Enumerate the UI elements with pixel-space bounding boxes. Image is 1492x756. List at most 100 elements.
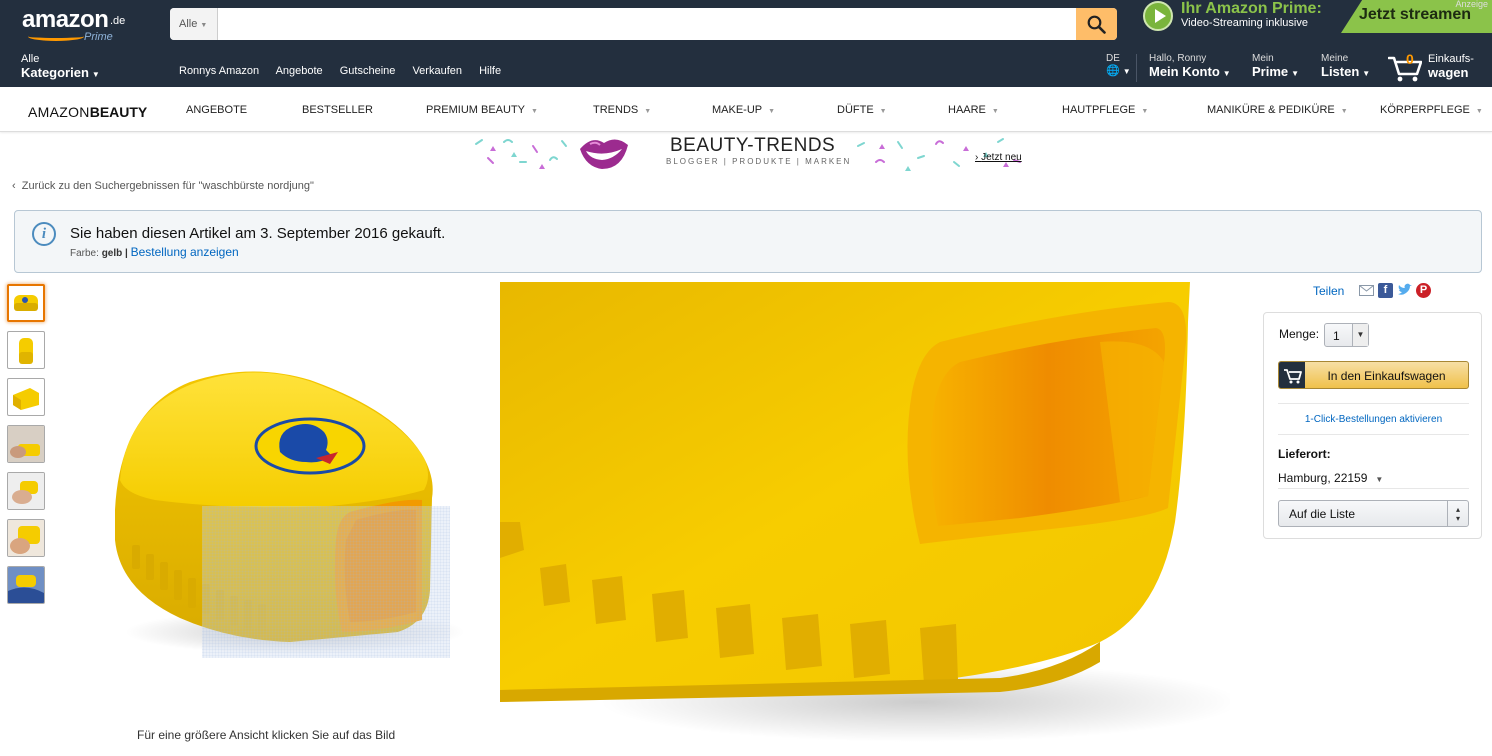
chevron-down-icon: ▼: [1362, 69, 1371, 78]
globe-icon: 🌐 ▼: [1106, 65, 1131, 77]
language-selector[interactable]: DE 🌐 ▼: [1106, 53, 1131, 77]
logo-tld: .de: [110, 15, 126, 27]
chevron-down-icon: ▼: [1475, 108, 1483, 115]
nav-link-angebote[interactable]: Angebote: [276, 65, 323, 77]
lists-line1: Meine: [1321, 53, 1349, 64]
chevron-down-icon: ▼: [991, 108, 999, 115]
color-label: Farbe:: [70, 248, 99, 259]
nav-link-verkaufen[interactable]: Verkaufen: [412, 65, 462, 77]
prime-line1: Mein: [1252, 53, 1274, 64]
subnav-manikuere-pedikuere[interactable]: MANIKÜRE & PEDIKÜRE ▼: [1207, 104, 1348, 116]
gallery-caption: Für eine größere Ansicht klicken Sie auf…: [137, 728, 396, 742]
product-main-image[interactable]: [80, 340, 470, 670]
chevron-down-icon: ▼: [1375, 475, 1384, 484]
chevron-down-icon: ▼: [531, 108, 538, 115]
lips-icon: [580, 139, 628, 169]
subnav-hautpflege[interactable]: HAUTPFLEGE ▼: [1062, 104, 1148, 116]
divider: [1278, 488, 1469, 489]
logo-smile-icon: [28, 32, 84, 41]
subnav-koerperpflege[interactable]: KÖRPERPFLEGE ▼: [1380, 104, 1483, 116]
thumbnail-4[interactable]: [7, 425, 45, 463]
subnav-make-up[interactable]: MAKE-UP ▼: [712, 104, 775, 116]
lists-label: Listen ▼: [1321, 64, 1371, 79]
subnav-trends[interactable]: TRENDS ▼: [593, 104, 651, 116]
thumbnail-6[interactable]: [7, 519, 45, 557]
nav-links: Ronnys Amazon Angebote Gutscheine Verkau…: [179, 65, 515, 77]
chevron-down-icon: ▼: [91, 70, 100, 79]
prime-menu[interactable]: Mein Prime ▼: [1252, 53, 1299, 79]
prime-ad-title: Ihr Amazon Prime:: [1181, 0, 1322, 17]
nav-link-gutscheine[interactable]: Gutscheine: [340, 65, 396, 77]
language-code: DE: [1106, 53, 1120, 64]
list-dropdown-icon[interactable]: ▴ ▾: [1447, 501, 1468, 526]
cart-link[interactable]: Einkaufs- wagen: [1428, 53, 1474, 80]
cart-line1: Einkaufs-: [1428, 53, 1474, 65]
add-to-list-label: Auf die Liste: [1289, 507, 1356, 521]
nav-link-hilfe[interactable]: Hilfe: [479, 65, 501, 77]
search-department-select[interactable]: Alle ▼: [170, 8, 218, 40]
chevron-down-icon: ▼: [1340, 108, 1348, 115]
quantity-value: 1: [1333, 329, 1340, 343]
prime-ad-subtitle: Video-Streaming inklusive: [1181, 17, 1308, 29]
delivery-location-select[interactable]: Hamburg, 22159 ▼: [1278, 471, 1383, 485]
view-order-link[interactable]: Bestellung anzeigen: [131, 245, 239, 259]
all-categories-menu[interactable]: Alle Kategorien ▼: [21, 53, 100, 80]
thumbnail-image: [14, 295, 38, 311]
quantity-label: Menge:: [1279, 327, 1320, 341]
cart-icon[interactable]: [1388, 55, 1422, 83]
nav-divider: [1136, 54, 1137, 82]
chevron-down-icon: ▼: [1352, 324, 1368, 346]
nav-link-ronnys-amazon[interactable]: Ronnys Amazon: [179, 65, 259, 77]
zoom-lens[interactable]: [202, 506, 450, 658]
chevron-down-icon: ▼: [1222, 69, 1231, 78]
add-to-cart-button[interactable]: In den Einkaufswagen: [1278, 361, 1469, 389]
thumbnail-2[interactable]: [7, 331, 45, 369]
thumbnail-1[interactable]: [7, 284, 45, 322]
search-button[interactable]: [1076, 8, 1117, 40]
buy-box: Menge: 1 ▼ In den Einkaufswagen 1-Click-…: [1263, 312, 1482, 539]
logo-prime-label: Prime: [84, 31, 113, 43]
twitter-icon[interactable]: [1397, 283, 1412, 298]
info-icon: i: [32, 222, 56, 246]
prime-video-ad[interactable]: Ihr Amazon Prime: Video-Streaming inklus…: [1137, 0, 1492, 33]
chevron-down-icon: ▼: [768, 108, 776, 115]
thumbnail-3[interactable]: [7, 378, 45, 416]
subnav-bestseller[interactable]: BESTSELLER: [302, 104, 373, 116]
categories-line2: Kategorien ▼: [21, 65, 100, 80]
banner-link[interactable]: › Jetzt neu: [975, 152, 1022, 163]
beauty-trends-banner[interactable]: BEAUTY-TRENDS BLOGGER | PRODUKTE | MARKE…: [458, 132, 1030, 174]
one-click-link[interactable]: 1-Click-Bestellungen aktivieren: [1264, 414, 1483, 425]
account-menu[interactable]: Hallo, Ronny Mein Konto ▼: [1149, 53, 1231, 79]
quantity-select[interactable]: 1 ▼: [1324, 323, 1369, 347]
main-nav: Alle Kategorien ▼ Ronnys Amazon Angebote …: [0, 48, 1492, 87]
color-value: gelb: [101, 248, 123, 259]
purchase-info-box: i Sie haben diesen Artikel am 3. Septemb…: [14, 210, 1482, 273]
search-bar: Alle ▼: [170, 8, 1117, 40]
subnav-premium-beauty[interactable]: PREMIUM BEAUTY ▼: [426, 104, 538, 116]
chevron-down-icon: ▼: [200, 22, 208, 29]
chevron-down-icon: ▼: [1291, 69, 1300, 78]
logo-wordmark: amazon: [22, 6, 109, 33]
prime-ad-cta-label: Jetzt streamen: [1359, 6, 1472, 23]
ad-label: Anzeige: [1455, 0, 1488, 9]
amazon-logo[interactable]: amazon .de Prime: [22, 6, 132, 44]
facebook-icon[interactable]: f: [1378, 283, 1393, 298]
thumbnail-7[interactable]: [7, 566, 45, 604]
cart-line2: wagen: [1428, 65, 1469, 80]
mail-icon[interactable]: [1359, 283, 1374, 298]
product-zoom-view: [500, 282, 1230, 744]
subnav-duefte[interactable]: DÜFTE ▼: [837, 104, 887, 116]
subnav-angebote[interactable]: ANGEBOTE: [186, 104, 247, 116]
thumbnail-5[interactable]: [7, 472, 45, 510]
add-to-list-button[interactable]: Auf die Liste ▴ ▾: [1278, 500, 1469, 527]
back-to-results-link[interactable]: ‹ Zurück zu den Suchergebnissen für "was…: [12, 180, 314, 192]
subnav-haare[interactable]: HAARE ▼: [948, 104, 999, 116]
share-label[interactable]: Teilen: [1313, 284, 1344, 298]
amazon-beauty-logo[interactable]: AMAZONBEAUTY: [28, 104, 147, 120]
cart-count-badge: 0: [1406, 51, 1414, 67]
add-to-cart-label: In den Einkaufswagen: [1327, 369, 1446, 383]
pinterest-icon[interactable]: P: [1416, 283, 1431, 298]
search-input[interactable]: [218, 8, 1076, 40]
lists-menu[interactable]: Meine Listen ▼: [1321, 53, 1370, 79]
top-header: amazon .de Prime Alle ▼ Ihr Amazon Prime:…: [0, 0, 1492, 48]
